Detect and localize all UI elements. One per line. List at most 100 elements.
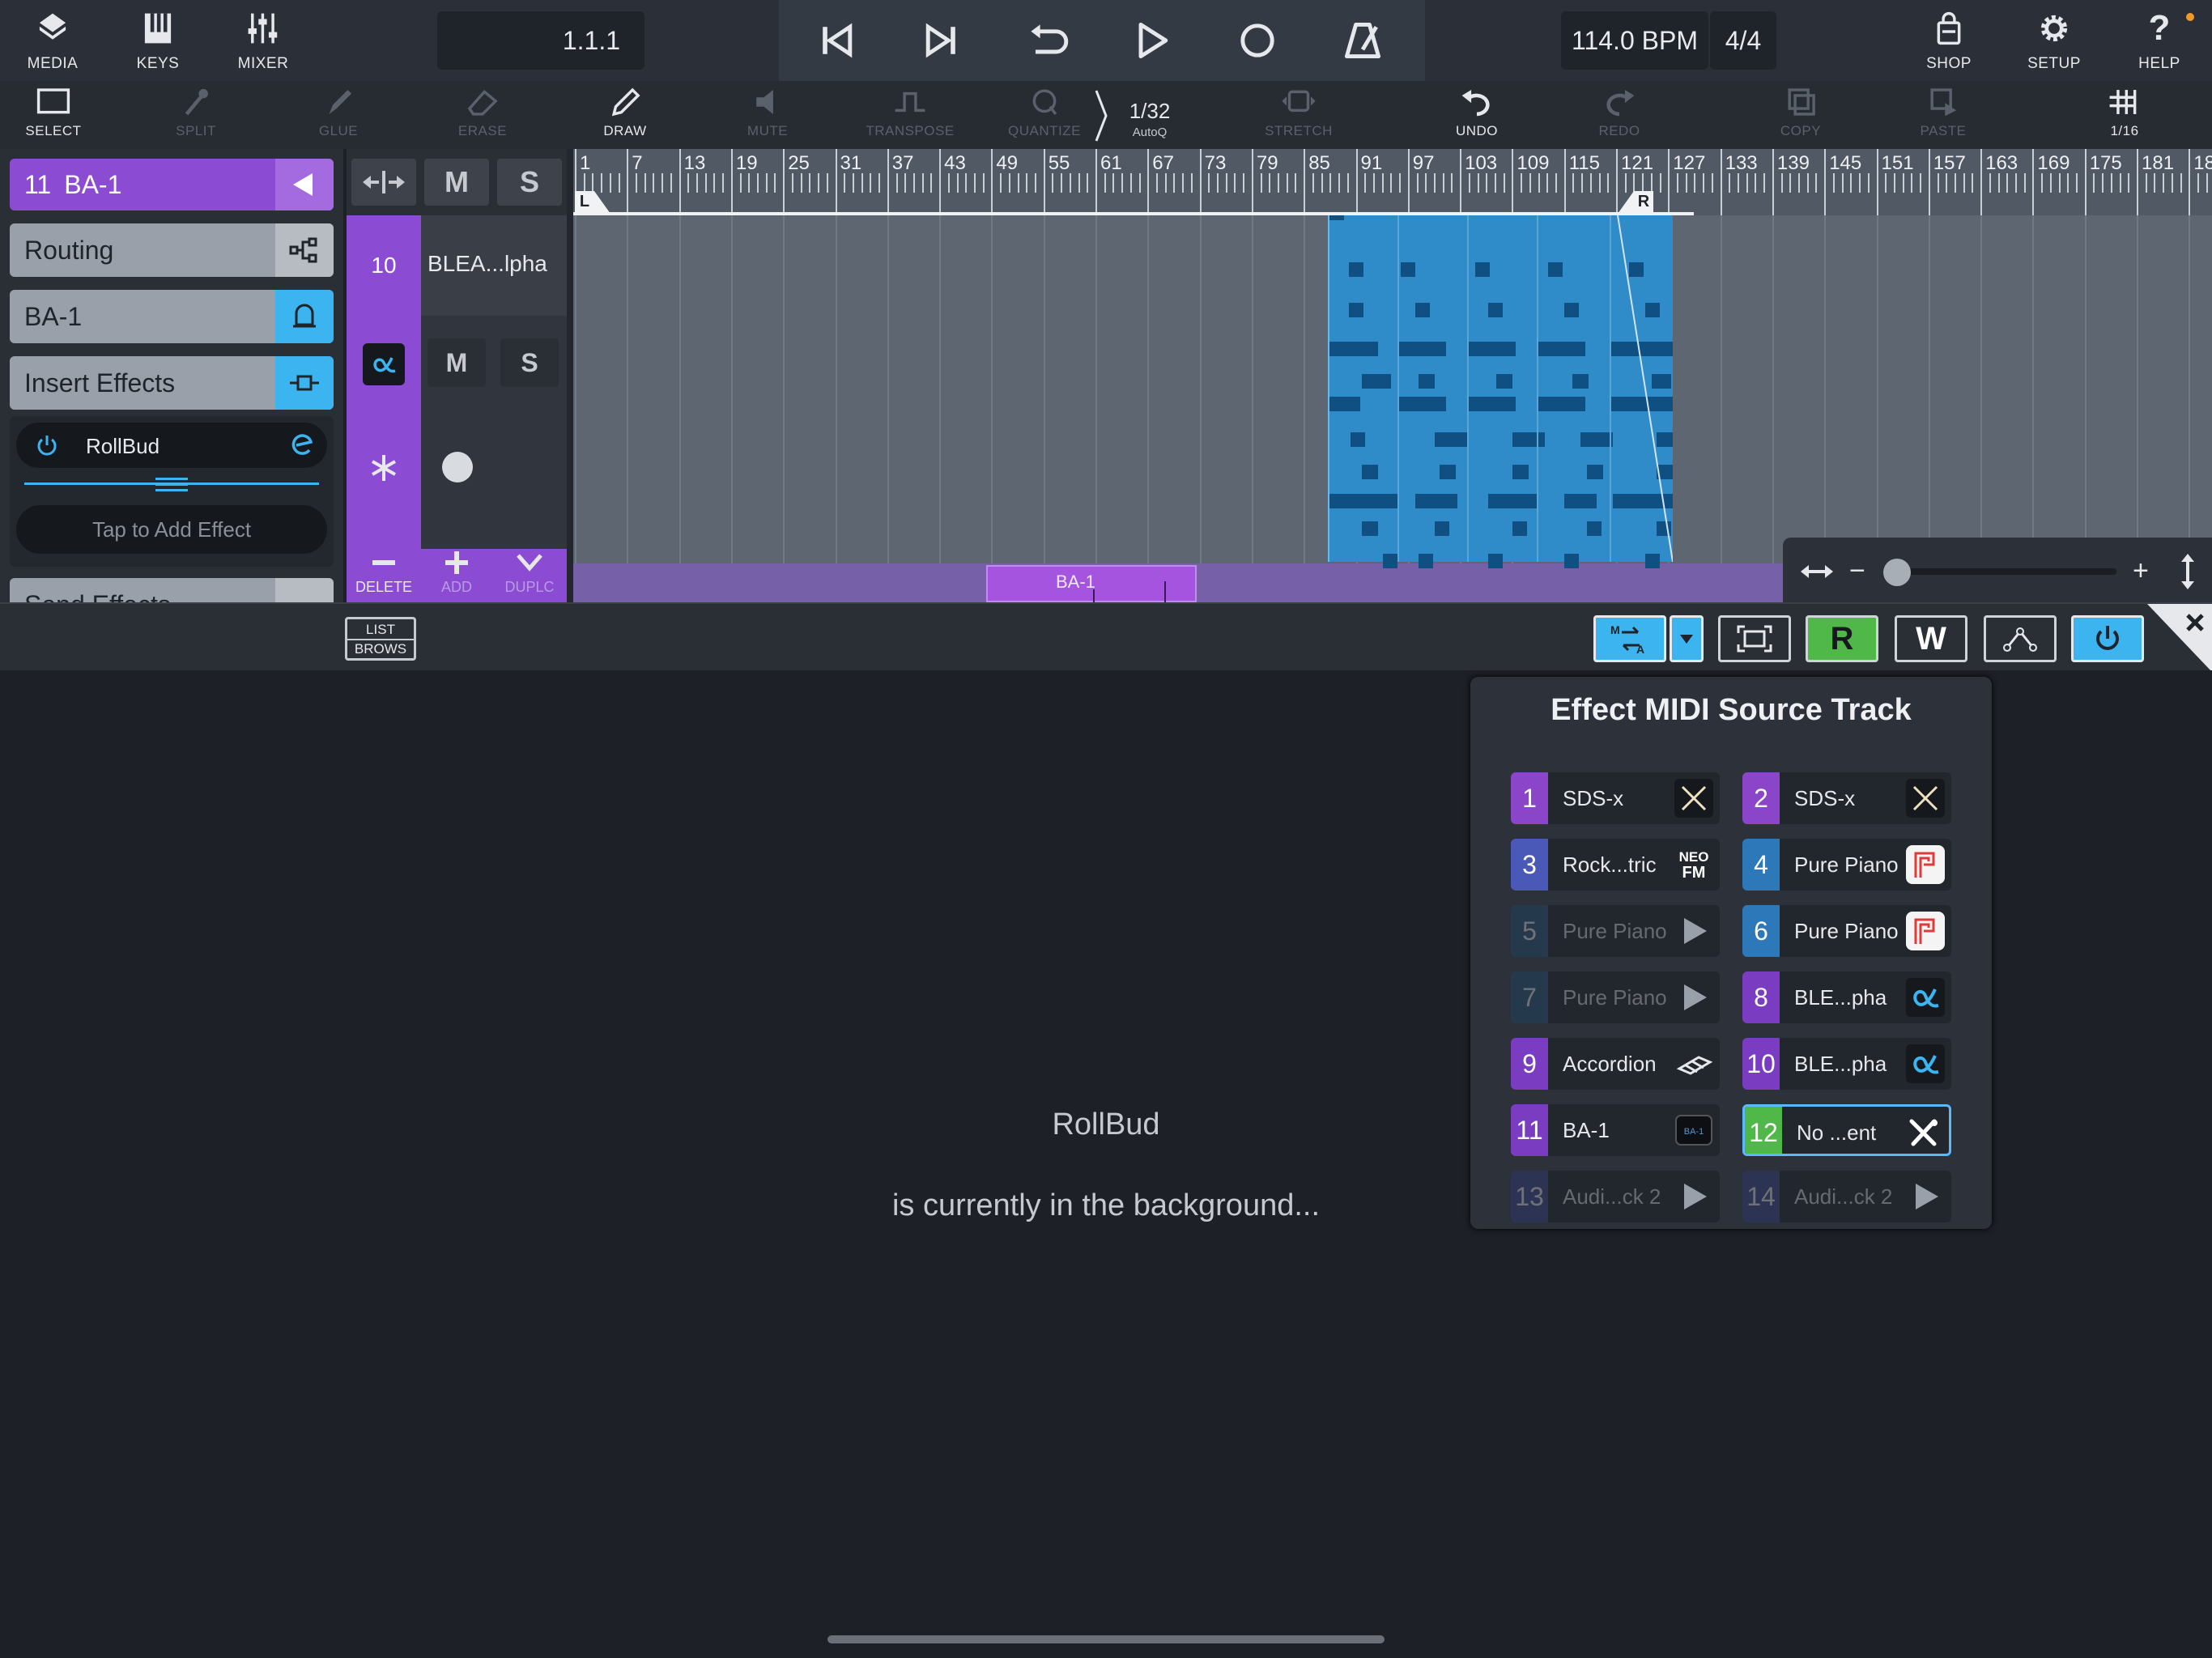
source-track-8[interactable]: 8 BLE...pha [1742, 971, 1951, 1023]
source-track-9[interactable]: 9 Accordion [1511, 1038, 1720, 1090]
copy-button[interactable]: COPY [1752, 86, 1849, 147]
source-track-10[interactable]: 10 BLE...pha [1742, 1038, 1951, 1090]
add-track-button[interactable]: ADD [419, 549, 494, 602]
track-record-arm-button[interactable] [442, 452, 473, 483]
zoom-slider-track[interactable] [1890, 568, 2116, 575]
plugin-power-button[interactable] [2071, 615, 2144, 662]
redo-button[interactable]: REDO [1571, 86, 1668, 147]
quantize-mode: AutoQ [1132, 125, 1168, 139]
zoom-in-button[interactable]: + [2133, 555, 2149, 587]
zoom-out-button[interactable]: − [1849, 555, 1865, 587]
select-tool[interactable]: SELECT [5, 86, 102, 147]
global-mute-button[interactable]: M [424, 159, 489, 206]
source-track-7[interactable]: 7 Pure Piano [1511, 971, 1720, 1023]
source-track-6[interactable]: 6 Pure Piano [1742, 905, 1951, 957]
arrange-view[interactable]: BA-1 − + [573, 149, 2212, 602]
track-height-button[interactable] [351, 159, 416, 206]
vertical-zoom-icon[interactable] [2178, 552, 2197, 591]
go-to-start-button[interactable] [808, 16, 865, 65]
list-browse-button[interactable]: LIST BROWS [345, 617, 416, 661]
instrument-bell-icon[interactable] [275, 290, 334, 343]
paste-button[interactable]: PASTE [1895, 86, 1992, 147]
source-track-5[interactable]: 5 Pure Piano [1511, 905, 1720, 957]
loop-range[interactable] [573, 212, 1694, 215]
global-solo-button[interactable]: S [497, 159, 562, 206]
mute-tool[interactable]: MUTE [719, 86, 816, 147]
add-effect-button[interactable]: Tap to Add Effect [16, 505, 327, 554]
automation-curve-button[interactable] [1984, 615, 2057, 662]
stretch-tool[interactable]: STRETCH [1250, 86, 1347, 147]
source-track-1[interactable]: 1 SDS-x [1511, 772, 1720, 824]
track-list-divider[interactable] [567, 149, 573, 602]
zoom-slider-thumb[interactable] [1883, 559, 1911, 586]
draw-tool[interactable]: DRAW [576, 86, 674, 147]
source-track-14[interactable]: 14 Audi...ck 2 [1742, 1171, 1951, 1222]
help-button[interactable]: ? HELP [2107, 5, 2212, 78]
ruler-subtick [1087, 173, 1089, 193]
midi-source-button[interactable]: MA [1593, 615, 1666, 662]
ruler-subtick [912, 173, 915, 193]
insert-effects-row[interactable]: Insert Effects [10, 356, 334, 410]
transpose-tool[interactable]: TRANSPOSE [861, 86, 959, 147]
horizontal-zoom-icon[interactable] [1799, 557, 1835, 586]
delete-track-button[interactable]: DELETE [347, 549, 421, 602]
erase-tool[interactable]: ERASE [434, 86, 531, 147]
record-button[interactable] [1229, 16, 1286, 65]
time-signature-display[interactable]: 4/4 [1710, 11, 1776, 70]
track-solo-button[interactable]: S [500, 338, 559, 387]
source-track-11[interactable]: 11 BA-1 BA-1 [1511, 1104, 1720, 1156]
undo-button[interactable]: UNDO [1428, 86, 1525, 147]
track-settings-button[interactable] [363, 447, 405, 489]
midi-source-dropdown[interactable] [1670, 615, 1704, 662]
source-track-13[interactable]: 13 Audi...ck 2 [1511, 1171, 1720, 1222]
inspector-track-header[interactable]: 11 BA-1 [10, 159, 334, 210]
grid-button[interactable]: 1/16 [2076, 86, 2173, 147]
track-10-header[interactable]: 10 BLEA...lpha [347, 215, 567, 316]
ruler-subtick [713, 173, 716, 193]
mixer-button[interactable]: MIXER [211, 5, 316, 78]
ruler-subtick [1069, 173, 1071, 193]
quantize-tool[interactable]: QUANTIZE [996, 86, 1093, 147]
ruler-bar-number: 139 [1776, 152, 1810, 174]
track-mute-button[interactable]: M [428, 338, 486, 387]
effect-slot-rollbud[interactable]: RollBud [16, 423, 327, 468]
left-locator[interactable]: L [575, 191, 594, 212]
ruler-subtick [1451, 173, 1453, 193]
close-editor-button[interactable] [2147, 604, 2212, 672]
setup-button[interactable]: SETUP [2001, 5, 2107, 78]
source-track-3[interactable]: 3 Rock...tric NEO FM [1511, 839, 1720, 891]
read-automation-button[interactable]: R [1806, 615, 1878, 662]
drag-handle-icon[interactable] [155, 476, 188, 491]
send-effects-row[interactable]: Send Effects [10, 578, 334, 602]
write-automation-button[interactable]: W [1895, 615, 1967, 662]
split-tool[interactable]: SPLIT [147, 86, 245, 147]
instrument-row[interactable]: BA-1 [10, 290, 334, 343]
source-track-4[interactable]: 4 Pure Piano [1742, 839, 1951, 891]
tempo-display[interactable]: 114.0 BPM [1561, 11, 1708, 70]
source-track-12[interactable]: 12 No ...ent [1742, 1104, 1951, 1156]
edit-effect-icon[interactable] [290, 432, 316, 458]
select-tool-label: SELECT [25, 123, 82, 138]
ba1-part[interactable]: BA-1 [986, 565, 1197, 602]
source-track-2[interactable]: 2 SDS-x [1742, 772, 1951, 824]
loop-button[interactable] [1019, 16, 1075, 65]
media-button[interactable]: MEDIA [0, 5, 105, 78]
glue-tool[interactable]: GLUE [290, 86, 387, 147]
routing-row[interactable]: Routing [10, 223, 334, 277]
home-indicator[interactable] [827, 1635, 1385, 1643]
play-button[interactable] [1124, 16, 1180, 65]
quantize-value-selector[interactable]: 1/32 AutoQ [1111, 99, 1189, 147]
collapse-inspector-button[interactable] [275, 159, 334, 210]
timeline-ruler[interactable]: 1 7 13 19 25 31 37 43 49 55 61 67 73 79 85 91 97 103 109 11… [573, 149, 2212, 215]
power-icon[interactable] [34, 432, 60, 458]
fullscreen-button[interactable] [1718, 615, 1791, 662]
right-locator[interactable]: R [1634, 191, 1653, 212]
shop-button[interactable]: SHOP [1896, 5, 2001, 78]
blea-midi-part[interactable] [1328, 206, 1673, 568]
go-to-end-button[interactable] [913, 16, 970, 65]
track-instrument-button[interactable] [363, 343, 405, 385]
duplicate-track-button[interactable]: DUPLC [492, 549, 567, 602]
keys-button[interactable]: KEYS [105, 5, 211, 78]
position-display[interactable]: 1.1.1 [437, 11, 644, 70]
metronome-button[interactable] [1334, 16, 1391, 65]
